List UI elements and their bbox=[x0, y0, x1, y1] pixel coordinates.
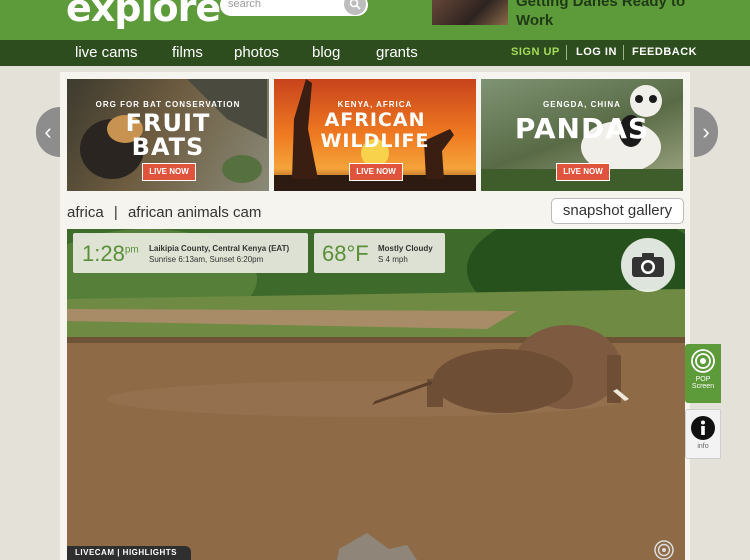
info-label: info bbox=[697, 443, 709, 450]
snapshot-gallery-button[interactable]: snapshot gallery bbox=[551, 198, 684, 224]
chevron-right-icon: › bbox=[702, 119, 710, 144]
live-video-player[interactable] bbox=[67, 229, 685, 560]
sign-up-link[interactable]: SIGN UP bbox=[511, 46, 560, 58]
card-title: BATS bbox=[131, 133, 205, 161]
carousel-prev-button[interactable]: ‹ bbox=[36, 107, 60, 157]
local-time: 1:28pm bbox=[82, 241, 139, 266]
search-input[interactable]: search bbox=[228, 0, 261, 10]
explore-logo[interactable]: explore bbox=[66, 0, 221, 30]
card-fruit-bats[interactable]: ORG FOR BAT CONSERVATION FRUIT BATS LIVE… bbox=[67, 79, 269, 191]
chevron-left-icon: ‹ bbox=[44, 119, 52, 144]
card-african-wildlife[interactable]: KENYA, AFRICA AFRICAN WILDLIFE LIVE NOW bbox=[274, 79, 476, 191]
promo-thumbnail[interactable] bbox=[432, 0, 508, 25]
pop-label: POP bbox=[695, 376, 711, 383]
search-box[interactable]: search bbox=[220, 0, 368, 16]
pop-screen-button[interactable]: POP Screen bbox=[685, 344, 721, 403]
snapshot-button[interactable] bbox=[621, 238, 675, 292]
sun-times: Sunrise 6:13am, Sunset 6:20pm bbox=[149, 255, 264, 264]
wind-text: S 4 mph bbox=[378, 255, 408, 264]
card-subtitle: GENGDA, CHINA bbox=[543, 100, 621, 109]
card-title: WILDLIFE bbox=[320, 130, 430, 152]
search-button[interactable] bbox=[344, 0, 366, 15]
time-ampm: pm bbox=[124, 244, 139, 256]
river-scene bbox=[67, 229, 685, 560]
nav-photos[interactable]: photos bbox=[234, 44, 279, 61]
top-header: explore search Getting Danes Ready to Wo… bbox=[0, 0, 750, 40]
weather-panel: 68°F Mostly Cloudy S 4 mph bbox=[314, 233, 445, 273]
location-text: Laikipia County, Central Kenya (EAT) bbox=[149, 244, 290, 253]
breadcrumb-cam[interactable]: african animals cam bbox=[128, 204, 261, 221]
carousel-next-button[interactable]: › bbox=[694, 107, 718, 157]
nav-divider bbox=[623, 45, 624, 60]
card-title: PANDAS bbox=[514, 112, 650, 145]
temperature: 68°F bbox=[322, 241, 369, 266]
log-in-link[interactable]: LOG IN bbox=[576, 46, 617, 58]
search-icon bbox=[349, 0, 361, 10]
main-nav: live cams films photos blog grants SIGN … bbox=[0, 40, 750, 66]
live-now-badge: LIVE NOW bbox=[556, 163, 610, 181]
explore-watermark-icon bbox=[654, 540, 674, 560]
promo-link[interactable]: Getting Danes Ready to Work bbox=[516, 0, 716, 30]
nav-films[interactable]: films bbox=[172, 44, 203, 61]
nav-grants[interactable]: grants bbox=[376, 44, 418, 61]
breadcrumb-africa[interactable]: africa bbox=[67, 204, 104, 221]
feedback-link[interactable]: FEEDBACK bbox=[632, 46, 697, 58]
card-subtitle: ORG FOR BAT CONSERVATION bbox=[95, 100, 241, 109]
weather-condition: Mostly Cloudy bbox=[378, 244, 433, 253]
card-title: AFRICAN bbox=[324, 109, 426, 131]
nav-live-cams[interactable]: live cams bbox=[75, 44, 138, 61]
breadcrumb-separator: | bbox=[113, 204, 118, 221]
screen-label: Screen bbox=[691, 383, 715, 390]
info-button[interactable]: info bbox=[685, 409, 721, 459]
live-now-badge: LIVE NOW bbox=[142, 163, 196, 181]
card-pandas[interactable]: GENGDA, CHINA PANDAS LIVE NOW bbox=[481, 79, 683, 191]
live-now-badge: LIVE NOW bbox=[349, 163, 403, 181]
card-subtitle: KENYA, AFRICA bbox=[337, 100, 413, 109]
nav-divider bbox=[566, 45, 567, 60]
info-icon bbox=[691, 416, 715, 440]
breadcrumb: africa | african animals cam bbox=[67, 204, 261, 221]
nav-blog[interactable]: blog bbox=[312, 44, 340, 61]
livecam-highlights-tab[interactable]: LIVECAM | HIGHLIGHTS bbox=[67, 546, 191, 560]
time-panel: 1:28pm Laikipia County, Central Kenya (E… bbox=[73, 233, 308, 273]
pop-screen-icon bbox=[691, 349, 715, 373]
camera-icon bbox=[632, 253, 664, 277]
